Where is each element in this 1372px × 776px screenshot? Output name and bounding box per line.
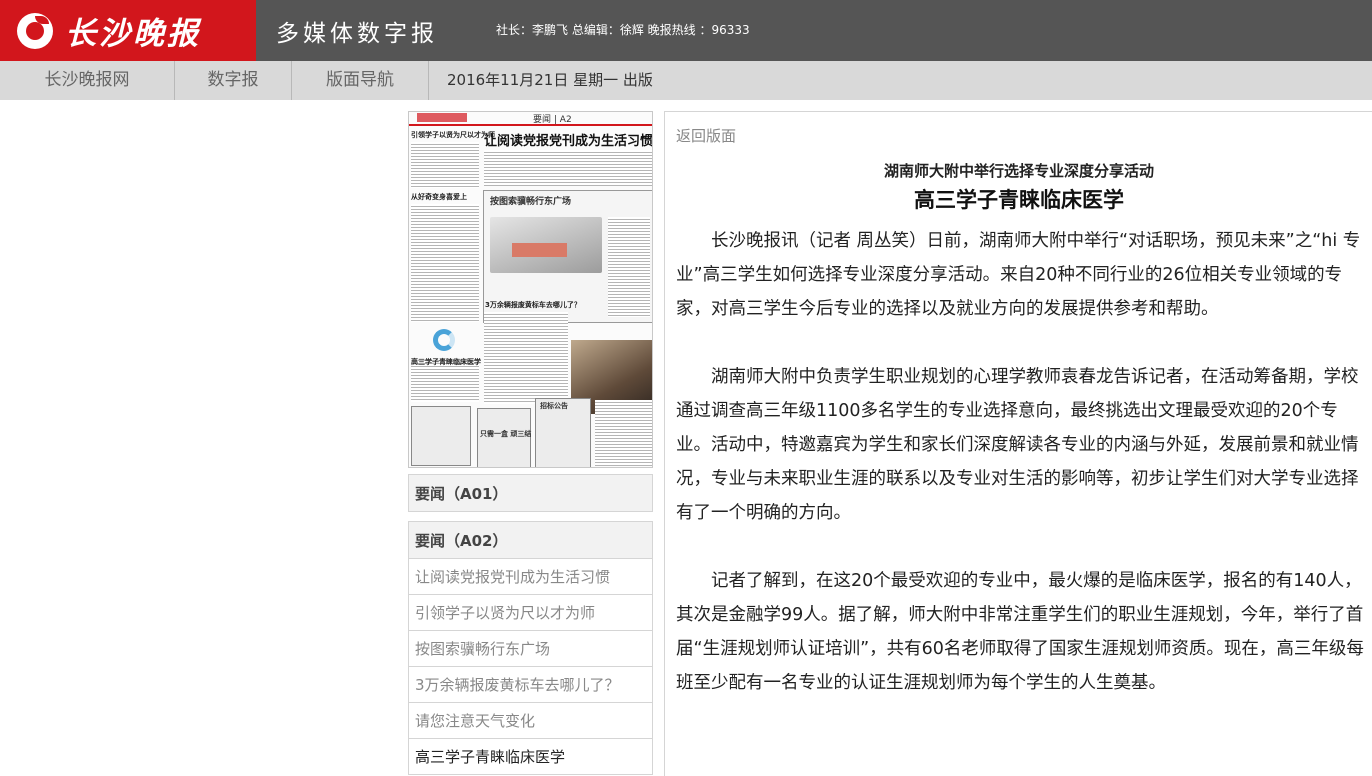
thumbnail-sub-2: 从好奇变身喜爱上 <box>411 193 467 201</box>
thumbnail-masthead: 要闻 | A2 <box>409 112 652 126</box>
thumbnail-text-block <box>411 204 479 322</box>
thumbnail-ad-title: 招标公告 <box>540 402 568 410</box>
top-header: 长沙晚报 多媒体数字报 社长：李鹏飞 总编辑：徐辉 晚报热线 ：96333 <box>0 0 1372 61</box>
staff-info: 社长：李鹏飞 总编辑：徐辉 晚报热线 ：96333 <box>496 23 750 37</box>
article-panel: 返回版面 湖南师大附中举行选择专业深度分享活动 高三学子青睐临床医学 长沙晚报讯… <box>664 111 1372 776</box>
article-link[interactable]: 请您注意天气变化 <box>408 703 653 739</box>
article-link-current[interactable]: 高三学子青睐临床医学 <box>408 739 653 775</box>
thumbnail-donut-chart <box>433 329 455 351</box>
nav-item-page-navigation[interactable]: 版面导航 <box>292 61 429 100</box>
page-list: 要闻（A01） 要闻（A02） 让阅读党报党刊成为生活习惯 引领学子以贤为尺以才… <box>408 474 653 775</box>
page-title-a02[interactable]: 要闻（A02） <box>408 521 653 559</box>
thumbnail-logo <box>417 113 467 122</box>
logo-text: 长沙晚报 <box>65 16 201 52</box>
article-paragraph: 长沙晚报讯（记者 周丛笑）日前，湖南师大附中举行“对话职场，预见未来”之“hi … <box>676 231 1361 319</box>
site-title: 多媒体数字报 <box>276 21 438 47</box>
thumbnail-sub-3: 3万余辆报废黄标车去哪儿了？ <box>485 301 581 309</box>
nav-bar: 长沙晚报网 数字报 版面导航 2016年11月21日 星期一 出版 <box>0 61 1372 100</box>
page-thumbnail[interactable]: 要闻 | A2 让阅读党报党刊成为生活习惯 引领学子以贤为尺以才为师 从好奇变身… <box>408 111 653 468</box>
thumbnail-section: 要闻 | A2 <box>533 115 572 125</box>
thumbnail-box-title: 按图索骥畅行东广场 <box>490 197 572 207</box>
article-link[interactable]: 引领学子以贤为尺以才为师 <box>408 595 653 631</box>
article-headline: 高三学子青睐临床医学 <box>914 188 1124 212</box>
thumbnail-ad: 只需一盒 顽三结 <box>477 408 532 467</box>
thumbnail-ad-title: 只需一盒 顽三结 <box>480 430 532 438</box>
page-title-a01[interactable]: 要闻（A01） <box>408 474 653 512</box>
article-paragraph: 湖南师大附中负责学生职业规划的心理学教师袁春龙告诉记者，在活动筹备期，学校通过调… <box>676 367 1359 523</box>
thumbnail-text-block <box>484 312 568 404</box>
thumbnail-ad: 招标公告 <box>535 398 591 467</box>
thumbnail-text-block <box>411 142 479 188</box>
thumbnail-sub-1: 引领学子以贤为尺以才为师 <box>411 131 495 139</box>
logo[interactable]: 长沙晚报 <box>0 0 256 61</box>
thumbnail-text-block <box>608 217 650 317</box>
article-link[interactable]: 按图索骥畅行东广场 <box>408 631 653 667</box>
issue-date: 2016年11月21日 星期一 出版 <box>447 71 653 89</box>
thumbnail-text-block <box>484 150 652 186</box>
thumbnail-sub-4: 高三学子青睐临床医学 <box>411 358 481 366</box>
thumbnail-text-block <box>595 400 652 466</box>
article-link[interactable]: 让阅读党报党刊成为生活习惯 <box>408 559 653 595</box>
article-body: 长沙晚报讯（记者 周丛笑）日前，湖南师大附中举行“对话职场，预见未来”之“hi … <box>676 224 1368 734</box>
article-subtitle: 湖南师大附中举行选择专业深度分享活动 <box>883 162 1154 180</box>
thumbnail-map-highlight <box>512 243 567 257</box>
logo-mark-icon <box>17 12 53 49</box>
nav-item-digital-paper[interactable]: 数字报 <box>175 61 292 100</box>
article-paragraph: 记者了解到，在这20个最受欢迎的专业中，最火爆的是临床医学，报名的有140人，其… <box>676 571 1364 693</box>
thumbnail-ad <box>411 406 471 466</box>
article-link[interactable]: 3万余辆报废黄标车去哪儿了？ <box>408 667 653 703</box>
back-to-page-link[interactable]: 返回版面 <box>676 125 736 146</box>
thumbnail-headline: 让阅读党报党刊成为生活习惯 <box>484 134 653 149</box>
nav-item-website[interactable]: 长沙晚报网 <box>0 61 175 100</box>
